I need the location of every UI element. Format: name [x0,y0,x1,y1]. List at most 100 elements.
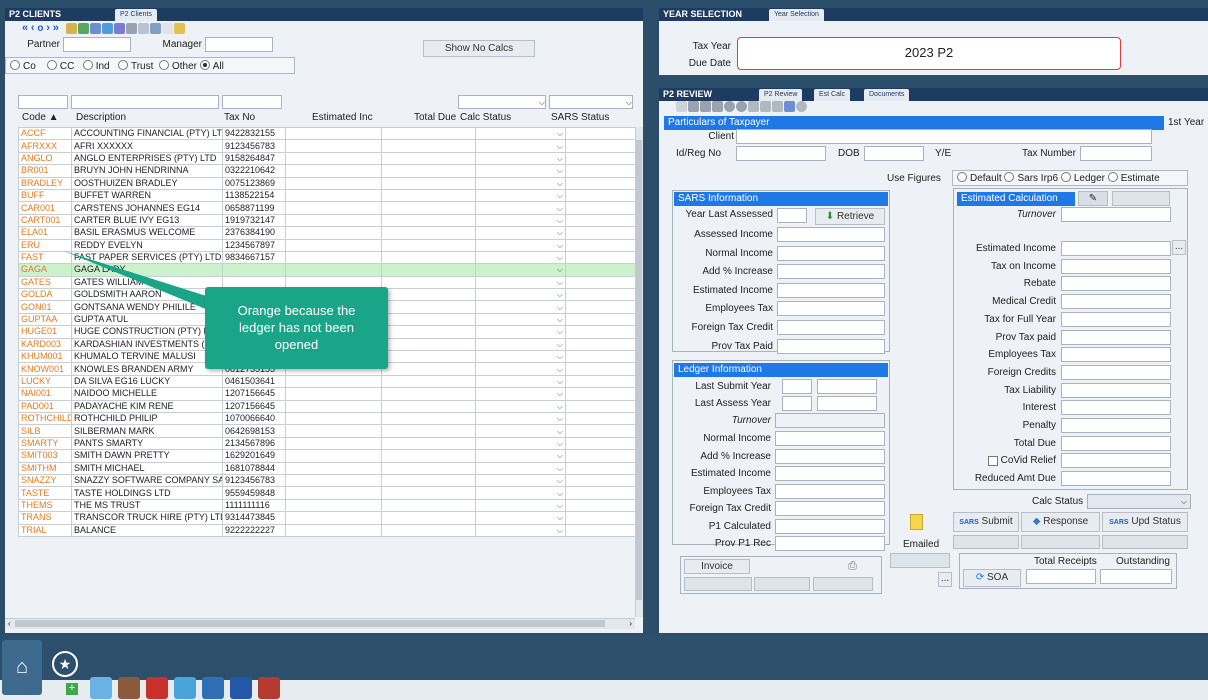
cell-estimated-inc[interactable] [285,511,382,525]
cell-tax-no[interactable]: 9158264847 [222,151,286,166]
table-row[interactable]: TRANS TRANSCOR TRUCK HIRE (PTY) LTD 931447… [18,511,636,525]
cell-calc-status[interactable]: ⌵ [475,126,566,141]
cell-code[interactable]: SNAZZY [18,473,72,488]
last-submit-input[interactable] [782,379,812,394]
cell-code[interactable]: ANGLO [18,151,72,166]
cell-code[interactable]: KNOW001 [18,362,72,376]
table-row[interactable]: AFRXXX AFRI XXXXXX 9123456783 ⌵ [18,139,636,153]
chart-review-icon[interactable] [784,101,795,112]
table-row[interactable]: ROTHCHILD ROTHCHILD PHILIP 1070066640 ⌵ [18,411,636,426]
cell-tax-no[interactable]: 9222222227 [222,523,286,537]
est-input-3[interactable] [1061,294,1171,310]
first-icon[interactable]: « [22,22,28,34]
est-input-12[interactable] [1061,453,1171,469]
cell-tax-no[interactable]: 1111111116 [222,498,286,513]
table-row[interactable]: SMITHM SMITH MICHAEL 1681078844 ⌵ [18,461,636,475]
books-icon[interactable] [118,677,140,699]
sars-input-5[interactable] [777,320,885,335]
cell-estimated-inc[interactable] [285,238,382,252]
cell-total-due[interactable] [381,523,476,537]
cell-description[interactable]: HUGE CONSTRUCTION (PTY) LTD [71,325,223,339]
cell-tax-no[interactable]: 1207156645 [222,387,286,401]
cell-sars-status[interactable] [565,250,636,265]
cell-code[interactable]: CAR001 [18,201,72,215]
cell-sars-status[interactable] [565,164,636,178]
cell-estimated-inc[interactable] [285,139,382,153]
cell-tax-no[interactable]: 2134567896 [222,436,286,451]
cell-calc-status[interactable]: ⌵ [475,139,566,153]
cell-calc-status[interactable]: ⌵ [475,201,566,215]
cell-tax-no[interactable]: 9422832155 [222,126,286,141]
cell-total-due[interactable] [381,226,476,240]
cell-total-due[interactable] [381,461,476,475]
cell-code[interactable]: BUFF [18,188,72,203]
calculator-icon[interactable] [90,677,112,699]
cell-calc-status[interactable]: ⌵ [475,238,566,252]
cell-total-due[interactable] [381,411,476,426]
cell-sars-status[interactable] [565,424,636,438]
cell-tax-no[interactable]: 2376384190 [222,226,286,240]
cell-total-due[interactable] [381,399,476,414]
cell-calc-status[interactable]: ⌵ [475,337,566,352]
cell-tax-no[interactable]: 0658871199 [222,201,286,215]
table-row[interactable]: SNAZZY SNAZZY SOFTWARE COMPANY SA 91234567… [18,473,636,488]
sars-input-0[interactable] [777,227,885,242]
cell-code[interactable]: SMIT003 [18,449,72,463]
table-row[interactable]: SMIT003 SMITH DAWN PRETTY 1629201649 ⌵ [18,449,636,463]
cell-total-due[interactable] [381,511,476,525]
cell-sars-status[interactable] [565,126,636,141]
cell-description[interactable]: BRUYN JOHN HENDRINNA [71,164,223,178]
cell-estimated-inc[interactable] [285,424,382,438]
printer-icon[interactable]: ⎙ [848,560,857,573]
cell-estimated-inc[interactable] [285,449,382,463]
cell-total-due[interactable] [381,325,476,339]
cell-total-due[interactable] [381,486,476,500]
est-turnover-input[interactable] [1061,207,1171,222]
cell-calc-status[interactable]: ⌵ [475,387,566,401]
home-button[interactable]: ⌂ [2,640,42,695]
table-row[interactable]: ANGLO ANGLO ENTERPRISES (PTY) LTD 91582648… [18,151,636,166]
cell-calc-status[interactable]: ⌵ [475,511,566,525]
cell-estimated-inc[interactable] [285,151,382,166]
cell-sars-status[interactable] [565,275,636,290]
last-assess-input-2[interactable] [817,396,877,411]
cell-sars-status[interactable] [565,226,636,240]
table-row[interactable]: CART001 CARTER BLUE IVY EG13 1919732147 ⌵ [18,213,636,228]
chart-icon[interactable] [89,22,101,34]
est-input-1[interactable] [1061,258,1171,274]
table-row[interactable]: PAD001 PADAYACHE KIM RENE 1207156645 ⌵ [18,399,636,414]
cell-sars-status[interactable] [565,213,636,228]
code-filter[interactable] [18,95,68,109]
cell-estimated-inc[interactable] [285,486,382,500]
cell-estimated-inc[interactable] [285,461,382,475]
print-icon[interactable] [125,22,137,34]
favorites-button[interactable]: ★ [52,651,78,677]
cell-description[interactable]: KARDASHIAN INVESTMENTS (PTY) LTD [71,337,223,352]
sars-input-6[interactable] [777,338,885,354]
cell-estimated-inc[interactable] [285,176,382,190]
clients-tab[interactable]: P2 Clients [115,9,157,21]
cell-calc-status[interactable]: ⌵ [475,486,566,500]
cell-sars-status[interactable] [565,263,636,277]
cell-calc-status[interactable]: ⌵ [475,188,566,203]
cell-total-due[interactable] [381,300,476,314]
cell-description[interactable]: SMITH DAWN PRETTY [71,449,223,463]
prev-record-icon[interactable] [724,101,735,112]
cell-description[interactable]: BUFFET WARREN [71,188,223,203]
cell-tax-no[interactable]: 0075123869 [222,176,286,190]
cell-description[interactable]: OOSTHUIZEN BRADLEY [71,176,223,190]
cell-total-due[interactable] [381,176,476,190]
desc-filter[interactable] [71,95,219,109]
cell-description[interactable]: SNAZZY SOFTWARE COMPANY SA [71,473,223,488]
cell-description[interactable]: KHUMALO TERVINE MALUSI [71,350,223,364]
cell-total-due[interactable] [381,473,476,488]
table-row[interactable]: BUFF BUFFET WARREN 1138522154 ⌵ [18,188,636,203]
cell-calc-status[interactable]: ⌵ [475,411,566,426]
cell-description[interactable]: AFRI XXXXXX [71,139,223,153]
cancel-icon[interactable] [700,101,711,112]
sars-input-4[interactable] [777,301,885,317]
cell-total-due[interactable] [381,498,476,513]
edit-icon[interactable] [230,677,252,699]
plus-icon[interactable]: + [66,683,78,695]
cell-description[interactable]: BASIL ERASMUS WELCOME [71,226,223,240]
